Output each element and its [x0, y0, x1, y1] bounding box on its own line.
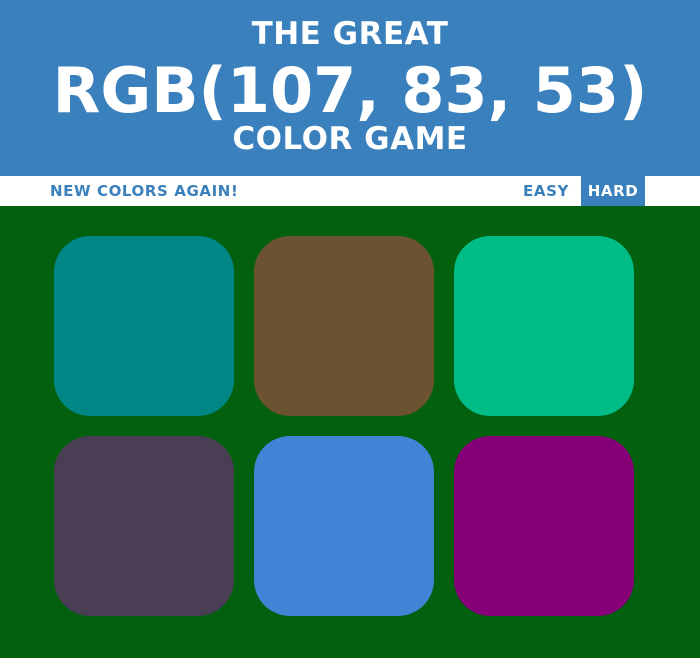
color-square-5[interactable]: [254, 436, 434, 616]
color-square-6[interactable]: [454, 436, 634, 616]
color-board: [0, 206, 700, 658]
title-top: THE GREAT: [251, 16, 449, 52]
color-square-4[interactable]: [54, 436, 234, 616]
easy-mode-button[interactable]: EASY: [515, 176, 577, 206]
hard-mode-button[interactable]: HARD: [581, 176, 645, 206]
header: THE GREAT RGB(107, 83, 53) COLOR GAME: [0, 0, 700, 176]
color-square-3[interactable]: [454, 236, 634, 416]
title-bottom: COLOR GAME: [232, 121, 468, 157]
color-square-1[interactable]: [54, 236, 234, 416]
game-page: THE GREAT RGB(107, 83, 53) COLOR GAME NE…: [0, 0, 700, 658]
color-square-2[interactable]: [254, 236, 434, 416]
new-colors-button[interactable]: NEW COLORS AGAIN!: [50, 176, 238, 206]
rgb-display: RGB(107, 83, 53): [52, 54, 648, 127]
navbar: NEW COLORS AGAIN! EASY HARD: [0, 176, 700, 206]
